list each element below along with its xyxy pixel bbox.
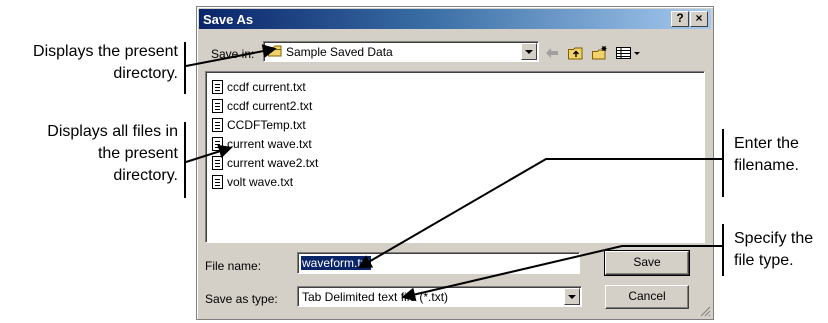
callout-line: Displays all files in [47,123,178,140]
folder-icon [268,45,282,57]
file-name: CCDFTemp.txt [227,118,306,132]
callout-line: Displays the present [33,43,178,60]
callout-all-files: Displays all files in the present direct… [0,121,178,187]
file-name-label: File name: [205,259,262,273]
callout-line: filename. [734,157,799,174]
bracket-file-type [722,224,724,276]
bracket-filename [722,129,724,197]
save-as-dialog: Save As ? × Save in: Sample Saved Data c… [196,6,714,320]
text-file-icon [212,175,223,189]
save-in-value: Sample Saved Data [286,45,393,59]
list-item[interactable]: ccdf current.txt [212,78,306,96]
save-in-label: Save in: [211,47,255,61]
callout-file-type: Specify the file type. [734,228,828,272]
file-name: ccdf current.txt [227,80,306,94]
list-item[interactable]: current wave2.txt [212,154,318,172]
callout-line: Specify the [734,230,814,247]
text-file-icon [212,80,223,94]
cancel-button[interactable]: Cancel [605,285,689,309]
list-item[interactable]: current wave.txt [212,135,312,153]
file-name: current wave.txt [227,137,312,151]
list-item[interactable]: ccdf current2.txt [212,97,312,115]
save-button[interactable]: Save [604,250,690,276]
help-button[interactable]: ? [671,11,689,27]
callout-line: file type. [734,252,794,269]
list-item[interactable]: volt wave.txt [212,173,293,191]
callout-line: directory. [113,167,178,184]
chevron-down-icon[interactable] [521,43,537,60]
resize-grip-icon[interactable] [699,305,711,317]
new-folder-icon[interactable] [591,45,609,61]
text-file-icon [212,156,223,170]
file-name-value: waveform.txt [301,256,372,270]
file-name: ccdf current2.txt [227,99,313,113]
chevron-down-icon[interactable] [564,288,580,305]
file-name-input[interactable]: waveform.txt [297,252,580,274]
view-menu-icon[interactable] [615,45,641,61]
file-name: current wave2.txt [227,156,319,170]
callout-line: directory. [113,65,178,82]
callout-line: the present [97,145,178,162]
text-file-icon [212,99,223,113]
title-bar[interactable]: Save As ? × [199,9,711,29]
callout-filename: Enter the filename. [734,133,828,177]
save-in-dropdown[interactable]: Sample Saved Data [263,41,539,62]
back-arrow-icon[interactable] [543,45,561,61]
save-as-type-value: Tab Delimited text file (*.txt) [302,290,449,304]
file-list[interactable]: ccdf current.txt ccdf current2.txt CCDFT… [205,71,705,243]
bracket-all-files [184,122,186,198]
save-as-type-label: Save as type: [205,292,278,306]
save-as-type-dropdown[interactable]: Tab Delimited text file (*.txt) [297,286,582,307]
bracket-present-directory [184,42,186,94]
up-folder-icon[interactable] [567,45,585,61]
close-button[interactable]: × [690,11,708,27]
callout-line: Enter the [734,135,799,152]
callout-present-directory: Displays the present directory. [0,41,178,85]
text-file-icon [212,118,223,132]
list-item[interactable]: CCDFTemp.txt [212,116,306,134]
dialog-title: Save As [203,11,254,27]
text-file-icon [212,137,223,151]
file-name: volt wave.txt [227,175,294,189]
